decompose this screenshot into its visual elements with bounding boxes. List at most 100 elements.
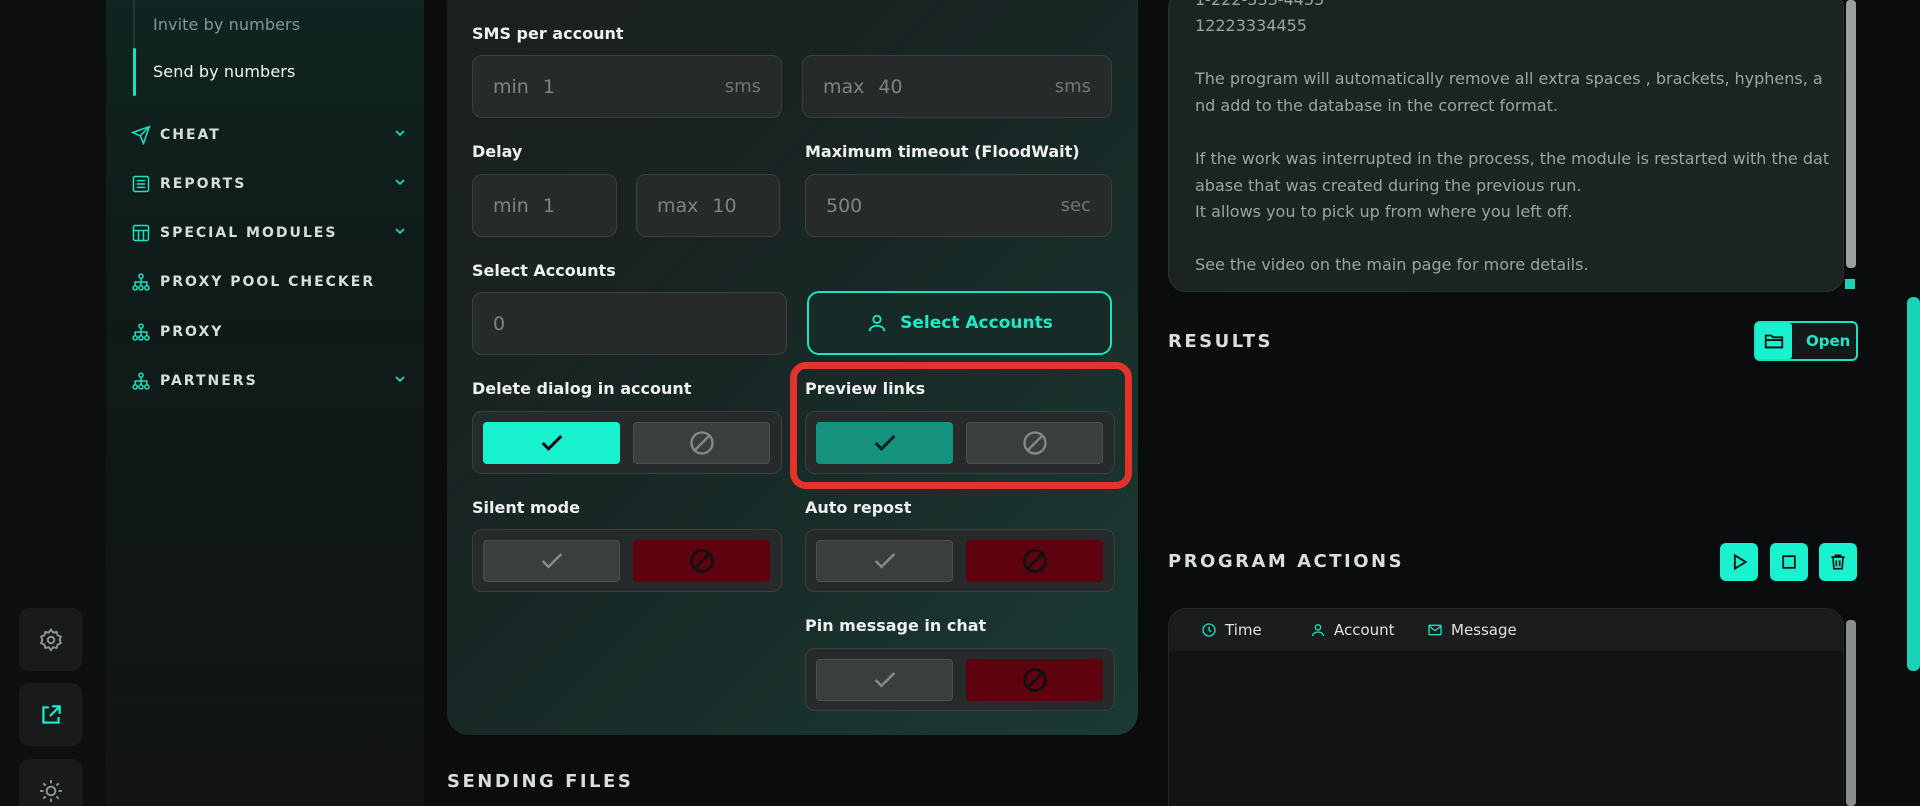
- sidebar: Invite by numbers Send by numbers CHEAT …: [106, 0, 424, 806]
- program-actions-title: PROGRAM ACTIONS: [1168, 551, 1405, 572]
- delay-min-input[interactable]: min 1: [472, 174, 617, 237]
- log-scrollbar[interactable]: [1846, 620, 1856, 806]
- column-message-label: Message: [1451, 621, 1517, 639]
- auto-repost-on-button[interactable]: [816, 540, 953, 582]
- pin-message-off-button[interactable]: [966, 659, 1103, 701]
- sms-max-input[interactable]: max 40 sms: [802, 55, 1112, 118]
- timeout-input[interactable]: 500 sec: [805, 174, 1112, 237]
- sms-unit: sms: [724, 76, 761, 97]
- pin-message-toggle: [805, 648, 1115, 711]
- gear-icon: [39, 627, 62, 652]
- silent-mode-toggle: [472, 529, 782, 592]
- sidebar-item-label: PROXY: [160, 324, 224, 340]
- delete-dialog-off-button[interactable]: [633, 422, 770, 464]
- accounts-count-value: 0: [493, 312, 506, 335]
- trash-icon: [1831, 554, 1845, 570]
- delete-dialog-on-button[interactable]: [483, 422, 620, 464]
- pin-message-label: Pin message in chat: [805, 616, 987, 635]
- sms-min-value: 1: [542, 75, 555, 98]
- notes-scrollbar-thumb[interactable]: [1846, 0, 1856, 268]
- instructions-textarea[interactable]: 1-222-333-4455 12223334455 The program w…: [1168, 0, 1844, 292]
- silent-mode-on-button[interactable]: [483, 540, 620, 582]
- sidebar-item-partners[interactable]: PARTNERS: [130, 369, 408, 393]
- select-accounts-button[interactable]: Select Accounts: [807, 291, 1112, 355]
- sidebar-item-reports[interactable]: REPORTS: [130, 172, 408, 196]
- sidebar-item-invite-by-numbers[interactable]: Invite by numbers: [153, 15, 300, 34]
- notes-line: abase that was created during the previo…: [1195, 176, 1582, 195]
- accounts-count-input[interactable]: 0: [472, 292, 787, 355]
- auto-repost-label: Auto repost: [805, 498, 912, 517]
- program-actions-log: Time Account Message: [1168, 608, 1844, 806]
- timeout-label: Maximum timeout (FloodWait): [805, 142, 1080, 161]
- min-prefix: min: [493, 75, 529, 98]
- check-icon: [874, 672, 895, 688]
- highlight-box: [790, 362, 1132, 489]
- external-link-button[interactable]: [19, 683, 82, 746]
- notes-line: nd add to the database in the correct fo…: [1195, 96, 1558, 115]
- table-icon: [132, 224, 150, 242]
- notes-scrollbar[interactable]: [1846, 0, 1856, 268]
- mail-icon: [1428, 624, 1442, 636]
- select-accounts-label: Select Accounts: [472, 261, 616, 280]
- column-message[interactable]: Message: [1427, 621, 1517, 639]
- active-indicator: [133, 48, 136, 96]
- timeout-value: 500: [826, 194, 863, 217]
- sms-max-value: 40: [878, 75, 903, 98]
- check-icon: [874, 553, 895, 569]
- network-icon: [132, 273, 150, 291]
- log-scrollbar-thumb[interactable]: [1846, 620, 1856, 806]
- open-results-button[interactable]: Open: [1754, 321, 1858, 361]
- pin-message-on-button[interactable]: [816, 659, 953, 701]
- auto-repost-toggle: [805, 529, 1115, 592]
- notes-line: See the video on the main page for more …: [1195, 255, 1589, 274]
- icon-rail: [0, 0, 106, 806]
- notes-line: If the work was interrupted in the proce…: [1195, 149, 1830, 168]
- sidebar-item-label: PROXY POOL CHECKER: [160, 274, 376, 290]
- sidebar-item-cheat[interactable]: CHEAT: [130, 123, 408, 147]
- page-scrollbar-thumb[interactable]: [1907, 297, 1920, 671]
- check-icon: [541, 434, 562, 451]
- stop-button[interactable]: [1770, 543, 1808, 581]
- sidebar-item-label: CHEAT: [160, 127, 221, 143]
- network-icon: [132, 323, 150, 341]
- external-link-icon: [41, 704, 61, 724]
- column-time-label: Time: [1225, 621, 1262, 639]
- network-icon: [132, 372, 150, 390]
- column-time[interactable]: Time: [1201, 621, 1262, 639]
- sidebar-item-send-by-numbers[interactable]: Send by numbers: [153, 62, 295, 81]
- sidebar-item-special-modules[interactable]: SPECIAL MODULES: [130, 221, 408, 245]
- sms-min-input[interactable]: min 1 sms: [472, 55, 782, 118]
- timeout-unit: sec: [1060, 195, 1091, 216]
- open-button-label: Open: [1806, 332, 1851, 350]
- log-header: Time Account Message: [1169, 609, 1843, 651]
- notes-line: It allows you to pick up from where you …: [1195, 202, 1573, 221]
- check-icon: [541, 553, 562, 569]
- delay-label: Delay: [472, 142, 523, 161]
- notes-line: The program will automatically remove al…: [1195, 69, 1823, 88]
- select-accounts-button-label: Select Accounts: [900, 313, 1053, 333]
- chevron-down-icon: [395, 228, 405, 235]
- min-prefix: min: [493, 194, 529, 217]
- column-account[interactable]: Account: [1310, 621, 1395, 639]
- theme-toggle-button[interactable]: [19, 759, 82, 806]
- delay-max-value: 10: [712, 194, 737, 217]
- sidebar-item-proxy[interactable]: PROXY: [130, 320, 408, 344]
- delay-max-input[interactable]: max 10: [636, 174, 780, 237]
- start-button[interactable]: [1720, 543, 1758, 581]
- block-icon: [1022, 549, 1047, 573]
- sidebar-item-label: SPECIAL MODULES: [160, 225, 338, 241]
- delete-dialog-toggle: [472, 411, 782, 474]
- sun-icon: [39, 779, 62, 802]
- auto-repost-off-button[interactable]: [966, 540, 1103, 582]
- resize-handle[interactable]: [1845, 279, 1855, 289]
- block-icon: [1022, 668, 1047, 692]
- silent-mode-off-button[interactable]: [633, 540, 770, 582]
- sidebar-item-proxy-pool-checker[interactable]: PROXY POOL CHECKER: [130, 270, 408, 294]
- sidebar-item-label: PARTNERS: [160, 373, 258, 389]
- settings-button[interactable]: [19, 608, 82, 671]
- send-icon: [131, 125, 151, 145]
- sidebar-item-label: REPORTS: [160, 176, 247, 192]
- submenu-track: [133, 0, 135, 48]
- clear-log-button[interactable]: [1819, 543, 1857, 581]
- sms-unit: sms: [1054, 76, 1091, 97]
